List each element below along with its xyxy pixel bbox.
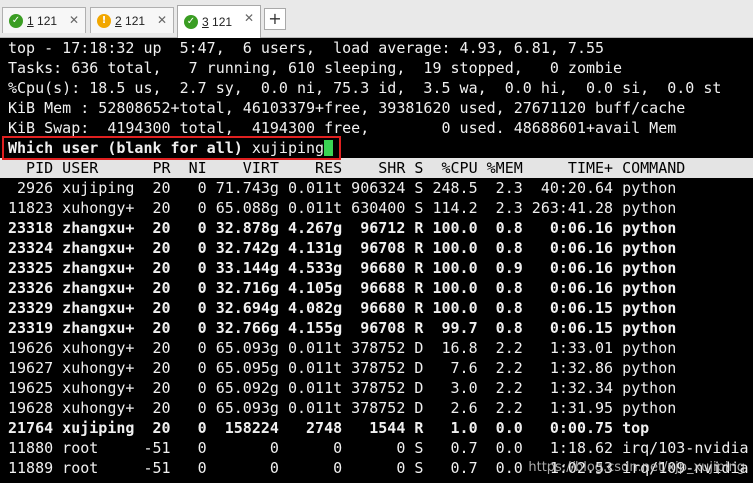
process-row: 21764 xujiping 20 0 158224 2748 1544 R 1… bbox=[8, 419, 650, 437]
tab-title: 121 bbox=[125, 13, 146, 28]
terminal-area[interactable]: top - 17:18:32 up 5:47, 6 users, load av… bbox=[0, 38, 753, 483]
tab-number: 1 bbox=[27, 13, 34, 28]
tab-title: 121 bbox=[212, 15, 233, 29]
process-row: 23326 zhangxu+ 20 0 32.716g 4.105g 96688… bbox=[8, 279, 677, 297]
tab-title: 121 bbox=[37, 13, 58, 28]
process-row: 19627 xuhongy+ 20 0 65.095g 0.011t 37875… bbox=[8, 359, 677, 377]
process-row: 19626 xuhongy+ 20 0 65.093g 0.011t 37875… bbox=[8, 339, 677, 357]
warning-status-icon: ! bbox=[97, 13, 111, 28]
tab-number: 3 bbox=[202, 15, 209, 29]
process-row: 11880 root -51 0 0 0 0 S 0.7 0.0 1:18.62… bbox=[8, 439, 749, 457]
process-row: 23325 zhangxu+ 20 0 33.144g 4.533g 96680… bbox=[8, 259, 677, 277]
close-tab-icon[interactable]: ✕ bbox=[157, 13, 167, 27]
summary-mem-line: KiB Mem : 52808652+total, 46103379+free,… bbox=[8, 99, 686, 117]
connected-status-icon: ✓ bbox=[184, 15, 198, 29]
process-row: 23319 zhangxu+ 20 0 32.766g 4.155g 96708… bbox=[8, 319, 677, 337]
tab-2[interactable]: ! 2 121 ✕ bbox=[90, 7, 174, 33]
process-row: 2926 xujiping 20 0 71.743g 0.011t 906324… bbox=[8, 179, 677, 197]
close-tab-icon[interactable]: ✕ bbox=[244, 11, 254, 25]
tab-3-active[interactable]: ✓ 3 121 ✕ bbox=[177, 5, 261, 38]
user-filter-prompt[interactable]: Which user (blank for all) xujiping bbox=[8, 138, 753, 158]
summary-tasks-line: Tasks: 636 total, 7 running, 610 sleepin… bbox=[8, 59, 623, 77]
tab-number: 2 bbox=[115, 13, 122, 28]
process-row: 11823 xuhongy+ 20 0 65.088g 0.011t 63040… bbox=[8, 199, 677, 217]
watermark: https://blog.csdn.net/xjp_xujiping bbox=[528, 460, 745, 475]
prompt-label: Which user (blank for all) bbox=[8, 139, 252, 157]
summary-uptime-line: top - 17:18:32 up 5:47, 6 users, load av… bbox=[8, 39, 605, 57]
process-row: 19628 xuhongy+ 20 0 65.093g 0.011t 37875… bbox=[8, 399, 677, 417]
summary-cpu-line: %Cpu(s): 18.5 us, 2.7 sy, 0.0 ni, 75.3 i… bbox=[8, 79, 722, 97]
tab-1[interactable]: ✓ 1 121 ✕ bbox=[2, 7, 86, 33]
add-tab-button[interactable]: + bbox=[264, 8, 286, 30]
text-cursor bbox=[324, 140, 334, 156]
process-row: 23329 zhangxu+ 20 0 32.694g 4.082g 96680… bbox=[8, 299, 677, 317]
close-tab-icon[interactable]: ✕ bbox=[69, 13, 79, 27]
summary-swap-line: KiB Swap: 4194300 total, 4194300 free, 0… bbox=[8, 119, 677, 137]
process-row: 19625 xuhongy+ 20 0 65.092g 0.011t 37875… bbox=[8, 379, 677, 397]
prompt-input-value[interactable]: xujiping bbox=[252, 139, 324, 157]
process-row: 23324 zhangxu+ 20 0 32.742g 4.131g 96708… bbox=[8, 239, 677, 257]
process-row: 23318 zhangxu+ 20 0 32.878g 4.267g 96712… bbox=[8, 219, 677, 237]
process-table-header: PID USER PR NI VIRT RES SHR S %CPU %MEM … bbox=[0, 158, 753, 178]
tab-bar: ✓ 1 121 ✕ ! 2 121 ✕ ✓ 3 121 ✕ + bbox=[0, 0, 753, 38]
process-table-body: 2926 xujiping 20 0 71.743g 0.011t 906324… bbox=[8, 178, 753, 478]
connected-status-icon: ✓ bbox=[9, 13, 23, 28]
